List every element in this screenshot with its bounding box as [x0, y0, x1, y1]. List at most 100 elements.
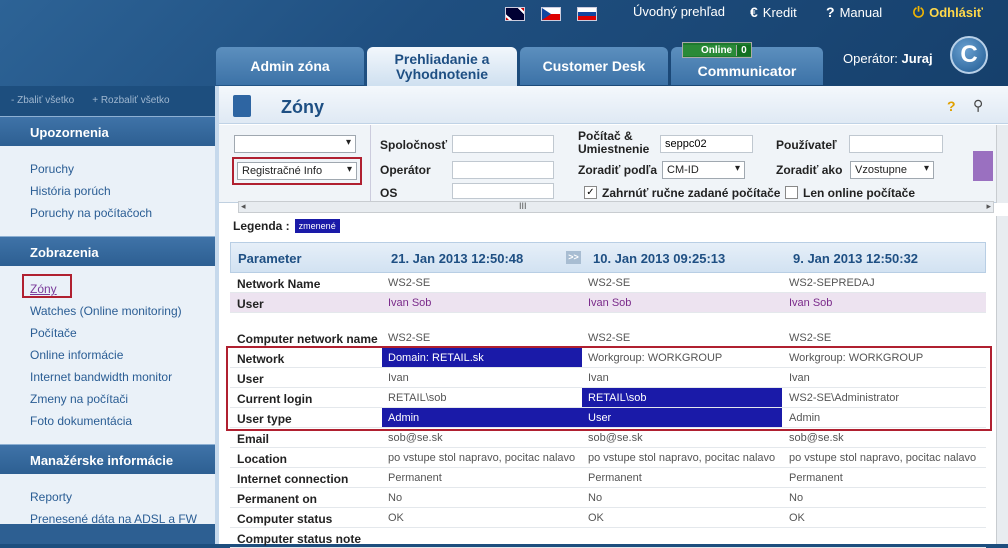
- sidebar-item-computer-faults[interactable]: Poruchy na počítačoch: [0, 202, 215, 224]
- home-overview-link[interactable]: Úvodný prehľad: [633, 4, 725, 19]
- table-row: Permanent on No No No: [230, 488, 986, 508]
- user-input[interactable]: [849, 135, 943, 153]
- flag-cz-icon[interactable]: [541, 7, 561, 21]
- row-value-2: Ivan Sob: [588, 297, 632, 309]
- row-parameter: User: [237, 297, 264, 311]
- col-date-2: 10. Jan 2013 09:25:13: [593, 251, 726, 266]
- operator-input[interactable]: [452, 161, 554, 179]
- row-value-3: po vstupe stol napravo, pocitac nalavo: [789, 452, 977, 464]
- euro-icon: €: [750, 4, 758, 20]
- tab-browse-evaluate[interactable]: Prehliadanie a Vyhodnotenie: [367, 47, 517, 86]
- tab-customer-desk[interactable]: Customer Desk: [520, 47, 668, 85]
- zones-icon: [233, 95, 251, 117]
- row-value-2: WS2-SE: [588, 332, 631, 344]
- os-input[interactable]: [452, 183, 554, 199]
- filter-select-1[interactable]: [234, 135, 356, 153]
- flag-sk-icon[interactable]: [577, 7, 597, 21]
- table-row: Computer status OK OK OK: [230, 508, 986, 528]
- company-input[interactable]: [452, 135, 554, 153]
- online-count: 0: [736, 44, 751, 56]
- legend: Legenda : zmenené: [233, 219, 340, 233]
- col-parameter: Parameter: [238, 251, 302, 266]
- sort-order-select[interactable]: Vzostupne: [850, 161, 934, 179]
- search-icon[interactable]: ⚲: [973, 97, 983, 114]
- question-icon: ?: [826, 4, 835, 20]
- include-manual-checkbox[interactable]: ✓: [584, 186, 597, 199]
- sidebar-item-online-info[interactable]: Online informácie: [0, 344, 215, 366]
- sidebar-item-fault-history[interactable]: História porúch: [0, 180, 215, 202]
- row-value-2: [582, 528, 782, 547]
- expand-all-link[interactable]: + Rozbaliť všetko: [92, 95, 169, 116]
- highlight-box: [226, 346, 992, 431]
- col-date-3: 9. Jan 2013 12:50:32: [793, 251, 919, 266]
- sidebar-item-faults[interactable]: Poruchy: [0, 158, 215, 180]
- row-parameter: Email: [237, 432, 270, 446]
- sidebar-section-alerts[interactable]: Upozornenia: [0, 116, 215, 146]
- horizontal-scrollbar[interactable]: ◂ III ▸: [238, 201, 994, 213]
- filter-panel: Registračné Info Spoločnosť Operátor OS …: [219, 125, 996, 203]
- row-value-1: po vstupe stol napravo, pocitac nalavo: [388, 452, 576, 464]
- table-row: [230, 313, 986, 328]
- legend-changed-badge: zmenené: [294, 219, 340, 233]
- color-swatch: [973, 151, 993, 181]
- row-value-1: Ivan Sob: [388, 297, 432, 309]
- logout-link[interactable]: ⏻ Odhlásiť: [913, 4, 983, 21]
- sidebar-footer: [0, 524, 215, 544]
- online-badge[interactable]: Online 0: [682, 42, 752, 58]
- sort-by-select[interactable]: CM-ID: [662, 161, 745, 179]
- skip-forward-icon[interactable]: >>: [566, 251, 581, 264]
- top-header: Úvodný prehľad € Kredit ? Manual ⏻ Odhlásiť…: [0, 0, 1008, 86]
- table-row: Computer status note: [230, 528, 986, 548]
- row-value-2: OK: [588, 512, 604, 524]
- row-value-1: Permanent: [388, 472, 442, 484]
- filter-scrollbar[interactable]: [996, 125, 1008, 203]
- row-value-1: [382, 528, 582, 547]
- flag-en-icon[interactable]: [505, 7, 525, 21]
- sort-by-label: Zoradiť podľa: [578, 163, 658, 177]
- computer-location-input[interactable]: seppc02: [660, 135, 753, 153]
- tab-admin-zone[interactable]: Admin zóna: [216, 47, 364, 85]
- sidebar-item-watches[interactable]: Watches (Online monitoring): [0, 300, 215, 322]
- sidebar-toolbar: - Zbaliť všetko + Rozbaliť všetko: [0, 86, 215, 116]
- table-row: Email sob@se.sk sob@se.sk sob@se.sk: [230, 428, 986, 448]
- row-value-3: No: [789, 492, 804, 504]
- operator-info: Operátor: Juraj: [843, 51, 933, 66]
- row-value-1: OK: [388, 512, 404, 524]
- sidebar-item-photo-docs[interactable]: Foto dokumentácia: [0, 410, 215, 432]
- credit-link[interactable]: € Kredit: [750, 4, 797, 20]
- row-value-1: WS2-SE: [388, 277, 431, 289]
- row-value-2: WS2-SE: [588, 277, 631, 289]
- sidebar-section-management[interactable]: Manažérske informácie: [0, 444, 215, 474]
- sidebar: - Zbaliť všetko + Rozbaliť všetko Upozor…: [0, 86, 215, 544]
- row-value-2: No: [588, 492, 603, 504]
- include-manual-label: Zahrnúť ručne zadané počítače: [602, 186, 781, 200]
- main-content: Zóny ? ⚲ Registračné Info Spoločnosť Ope…: [215, 86, 1008, 548]
- collapse-all-link[interactable]: - Zbaliť všetko: [11, 95, 74, 116]
- table-scrollbar[interactable]: [996, 216, 1008, 544]
- page-titlebar: Zóny ? ⚲: [219, 86, 1008, 124]
- sort-order-label: Zoradiť ako: [776, 163, 843, 177]
- row-value-2: po vstupe stol napravo, pocitac nalavo: [588, 452, 776, 464]
- sidebar-item-bandwidth[interactable]: Internet bandwidth monitor: [0, 366, 215, 388]
- sidebar-section-views[interactable]: Zobrazenia: [0, 236, 215, 266]
- row-parameter: Location: [237, 452, 287, 466]
- sidebar-item-reports[interactable]: Reporty: [0, 486, 215, 508]
- table-row: User Ivan Sob Ivan Sob Ivan Sob: [230, 293, 986, 313]
- operator-name: Juraj: [901, 51, 933, 66]
- online-only-checkbox[interactable]: [785, 186, 798, 199]
- table-row: Network Name WS2-SE WS2-SE WS2-SEPREDAJ: [230, 273, 986, 293]
- table-row: Computer network name WS2-SE WS2-SE WS2-SE: [230, 328, 986, 348]
- sidebar-item-computer-changes[interactable]: Zmeny na počítači: [0, 388, 215, 410]
- row-parameter: Permanent on: [237, 492, 318, 506]
- help-icon[interactable]: ?: [947, 98, 956, 114]
- company-label: Spoločnosť: [380, 138, 448, 152]
- sidebar-item-computers[interactable]: Počítače: [0, 322, 215, 344]
- operator-label: Operátor: [380, 163, 431, 177]
- table-row: Location po vstupe stol napravo, pocitac …: [230, 448, 986, 468]
- manual-link[interactable]: ? Manual: [826, 4, 882, 20]
- table-row: Internet connection Permanent Permanent Per…: [230, 468, 986, 488]
- row-value-1: WS2-SE: [388, 332, 431, 344]
- row-value-3: [783, 528, 983, 547]
- row-value-3: Permanent: [789, 472, 843, 484]
- sidebar-item-zones[interactable]: Zóny: [0, 274, 215, 300]
